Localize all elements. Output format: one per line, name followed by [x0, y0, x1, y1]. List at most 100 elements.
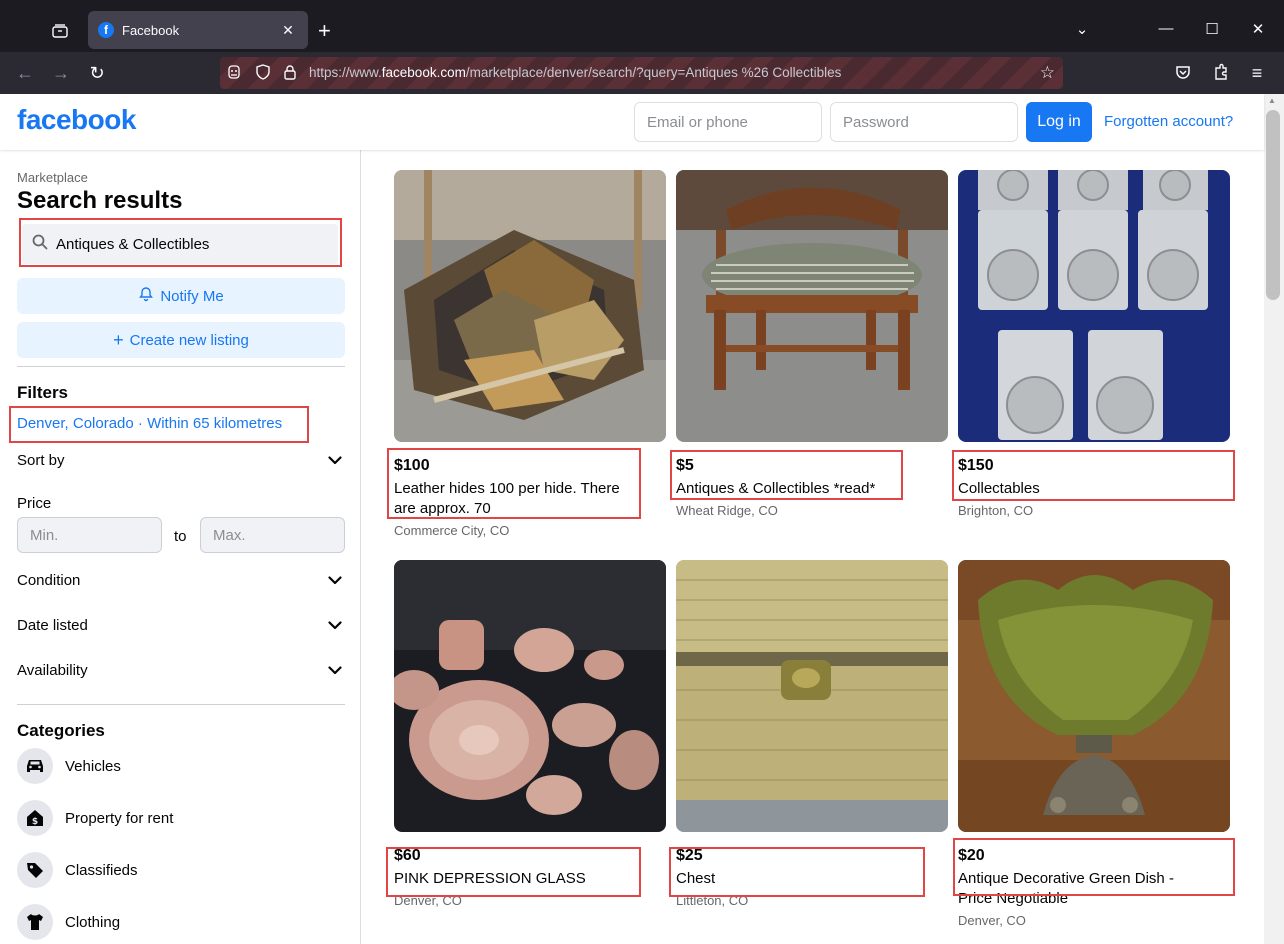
- listing-price: $5: [676, 457, 694, 474]
- shield-icon[interactable]: [254, 64, 272, 82]
- marketplace-search-input[interactable]: Antiques & Collectibles: [22, 224, 338, 264]
- availability-label: Availability: [17, 661, 88, 679]
- category-label: Vehicles: [65, 757, 121, 775]
- new-tab-icon[interactable]: +: [318, 20, 331, 42]
- password-field[interactable]: [830, 102, 1018, 142]
- tab-overflow-chevron-icon[interactable]: ⌄: [1070, 20, 1094, 38]
- listing-price: $20: [958, 847, 985, 864]
- house-dollar-icon: $: [17, 800, 53, 836]
- email-field[interactable]: [634, 102, 822, 142]
- availability-dropdown[interactable]: Availability: [17, 659, 345, 681]
- extensions-icon[interactable]: [1211, 63, 1231, 83]
- url-text[interactable]: https://www.facebook.com/marketplace/den…: [309, 65, 841, 80]
- lock-icon[interactable]: [281, 64, 299, 82]
- category-label: Classifieds: [65, 861, 138, 879]
- url-prefix: https://www.: [309, 65, 382, 80]
- chevron-down-icon: [325, 660, 345, 680]
- filters-heading: Filters: [17, 383, 69, 402]
- chevron-down-icon: [325, 450, 345, 470]
- listing-title: Leather hides 100 per hide. There are ap…: [394, 480, 620, 517]
- category-classifieds[interactable]: Classifieds: [17, 852, 138, 888]
- categories-heading: Categories: [17, 721, 105, 740]
- search-icon: [32, 234, 48, 255]
- category-property-for-rent[interactable]: $ Property for rent: [17, 800, 173, 836]
- listing-location: Denver, CO: [394, 893, 462, 908]
- notify-me-button[interactable]: Notify Me: [17, 278, 345, 314]
- listing-price: $100: [394, 457, 430, 474]
- price-min-input[interactable]: [17, 517, 162, 553]
- url-domain: facebook.com: [381, 65, 466, 80]
- date-listed-label: Date listed: [17, 616, 88, 634]
- condition-label: Condition: [17, 571, 81, 589]
- category-clothing[interactable]: Clothing: [17, 904, 120, 940]
- location-filter-link[interactable]: Denver, Colorado · Within 65 kilometres: [17, 415, 282, 432]
- condition-dropdown[interactable]: Condition: [17, 569, 345, 591]
- date-listed-dropdown[interactable]: Date listed: [17, 614, 345, 636]
- forward-icon[interactable]: →: [51, 63, 71, 83]
- price-to-label: to: [174, 528, 187, 545]
- divider: [17, 704, 345, 705]
- listing-price: $60: [394, 847, 421, 864]
- category-label: Clothing: [65, 913, 121, 931]
- facebook-header: facebook Log in Forgotten account?: [0, 94, 1264, 150]
- reload-icon[interactable]: ↻: [87, 63, 107, 83]
- listing-location: Littleton, CO: [676, 893, 749, 908]
- page-scrollbar-thumb[interactable]: [1266, 110, 1280, 300]
- listing-price: $25: [676, 847, 703, 864]
- back-icon[interactable]: ←: [15, 63, 35, 83]
- create-listing-label: Create new listing: [129, 331, 249, 349]
- listing-location: Brighton, CO: [958, 503, 1034, 518]
- page-title: Search results: [17, 187, 183, 214]
- bookmark-star-icon[interactable]: ☆: [1040, 63, 1055, 83]
- listing-title: Collectables: [958, 480, 1040, 497]
- breadcrumb[interactable]: Marketplace: [17, 170, 88, 185]
- notify-me-label: Notify Me: [160, 287, 224, 305]
- listings-grid: $100 Leather hides 100 per hide. There a…: [362, 150, 1264, 944]
- price-max-input[interactable]: [200, 517, 345, 553]
- sort-by-dropdown[interactable]: Sort by: [17, 449, 345, 471]
- bell-icon: [138, 286, 154, 306]
- create-listing-button[interactable]: + Create new listing: [17, 322, 345, 358]
- listing-price: $150: [958, 457, 994, 474]
- url-bar[interactable]: https://www.facebook.com/marketplace/den…: [220, 57, 1063, 89]
- shirt-icon: [17, 904, 53, 940]
- tag-icon: [17, 852, 53, 888]
- chevron-down-icon: [325, 615, 345, 635]
- listing-photo-upholstered-stool[interactable]: [676, 170, 948, 442]
- category-vehicles[interactable]: Vehicles: [17, 748, 121, 784]
- svg-text:$: $: [32, 817, 38, 827]
- marketplace-sidebar: Marketplace Search results Antiques & Co…: [0, 150, 361, 944]
- listing-photo-pink-glassware[interactable]: [394, 560, 666, 832]
- minimize-icon[interactable]: —: [1154, 20, 1178, 37]
- listing-location: Commerce City, CO: [394, 523, 510, 538]
- forgotten-account-link[interactable]: Forgotten account?: [1104, 113, 1233, 130]
- listing-photo-wicker-chest[interactable]: [676, 560, 948, 832]
- close-window-icon[interactable]: ✕: [1246, 20, 1270, 38]
- listing-location: Wheat Ridge, CO: [676, 503, 778, 518]
- facebook-logo[interactable]: facebook: [17, 104, 136, 136]
- car-icon: [17, 748, 53, 784]
- listing-photo-graded-silver-coins[interactable]: [958, 170, 1230, 442]
- pocket-icon[interactable]: [1173, 63, 1193, 83]
- plus-icon: +: [113, 329, 124, 350]
- maximize-icon[interactable]: ☐: [1200, 20, 1224, 38]
- listing-title: PINK DEPRESSION GLASS: [394, 870, 586, 887]
- tracking-icon[interactable]: [225, 64, 243, 82]
- sort-by-label: Sort by: [17, 451, 65, 469]
- category-label: Property for rent: [65, 809, 174, 827]
- scroll-up-arrow-icon[interactable]: ▲: [1268, 96, 1276, 105]
- listing-title: Antique Decorative Green Dish - Price Ne…: [958, 870, 1174, 907]
- search-value: Antiques & Collectibles: [56, 235, 210, 253]
- tab-close-icon[interactable]: ✕: [278, 22, 298, 39]
- listing-photo-leather-hides[interactable]: [394, 170, 666, 442]
- tab-list-icon[interactable]: [50, 21, 70, 41]
- menu-icon[interactable]: ≡: [1247, 63, 1267, 83]
- price-label: Price: [17, 495, 52, 512]
- listing-photo-green-glass-dish[interactable]: [958, 560, 1230, 832]
- facebook-favicon-icon: f: [98, 22, 114, 38]
- listing-title: Chest: [676, 870, 716, 887]
- login-button[interactable]: Log in: [1026, 102, 1092, 142]
- browser-tab-facebook[interactable]: f Facebook ✕: [88, 11, 308, 49]
- listing-title: Antiques & Collectibles *read*: [676, 480, 876, 497]
- listing-location: Denver, CO: [958, 913, 1026, 928]
